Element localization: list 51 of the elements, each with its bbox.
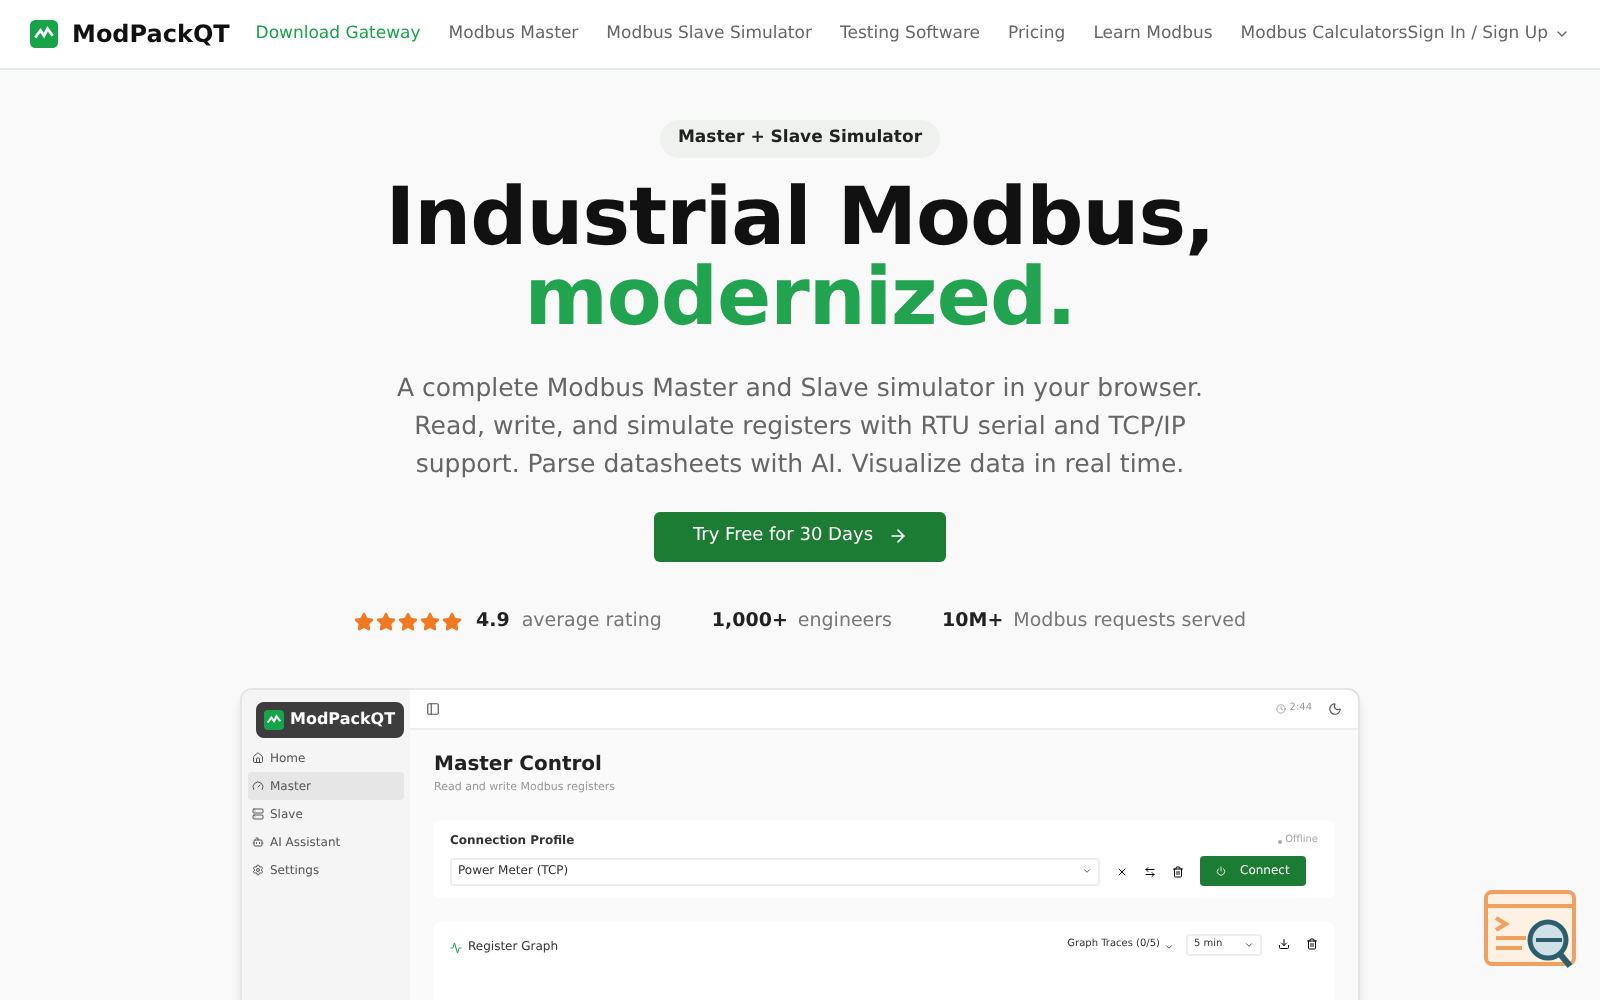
logo-icon	[264, 710, 284, 730]
requests-label: Modbus requests served	[1013, 607, 1246, 636]
engineers-label: engineers	[797, 607, 893, 636]
power-icon	[1216, 866, 1226, 877]
bot-icon	[252, 836, 264, 848]
rating-label: average rating	[521, 607, 662, 636]
nav-link[interactable]: Modbus Master	[448, 21, 579, 47]
star-icon	[441, 611, 462, 632]
server-icon	[252, 808, 264, 820]
download-icon[interactable]	[1278, 938, 1290, 951]
trash-icon[interactable]	[1306, 938, 1318, 951]
inspect-window-icon[interactable]	[1482, 888, 1582, 972]
rating-value: 4.9	[475, 607, 510, 636]
nav-link[interactable]: Testing Software	[839, 21, 981, 47]
house-icon	[252, 752, 264, 764]
trash-icon[interactable]	[1172, 865, 1184, 878]
hero-description: A complete Modbus Master and Slave simulator in your browser. Read, write, and simulate registers with RTU serial and TCP/IP support. Parse datasheets with AI. Visualize data in real time.	[394, 369, 1206, 482]
nav-link[interactable]: Learn Modbus	[1093, 21, 1213, 47]
nav-link[interactable]: Modbus Slave Simulator	[606, 21, 812, 47]
nav-link[interactable]: Download Gateway	[255, 21, 421, 47]
chevron-down-icon	[1164, 941, 1174, 951]
star-icon	[397, 611, 418, 632]
star-icon	[419, 611, 440, 632]
brand-name: ModPackQT	[72, 18, 230, 52]
sign-in-menu[interactable]: Sign In / Sign Up	[1407, 21, 1570, 47]
close-icon[interactable]	[1116, 865, 1128, 878]
app-brand-name: ModPackQT	[290, 708, 396, 732]
chevron-down-icon	[1554, 26, 1570, 42]
pulse-icon	[450, 941, 462, 954]
gear-icon	[252, 864, 264, 876]
clock-icon	[1275, 704, 1286, 714]
engineers-value: 1,000+	[711, 607, 788, 636]
cta-button[interactable]: Try Free for 30 Days	[654, 511, 946, 562]
hero-title-accent: modernized.	[524, 257, 1076, 338]
status-dot-icon	[1277, 839, 1282, 844]
hero-title: Industrial Modbus,	[385, 177, 1215, 258]
moon-icon[interactable]	[1328, 702, 1342, 716]
chevron-down-icon	[1244, 940, 1254, 951]
star-icon	[353, 611, 374, 632]
nav-link[interactable]: Modbus Calculators	[1240, 21, 1408, 47]
sidebar-toggle-icon[interactable]	[426, 702, 440, 716]
arrow-right-icon	[887, 526, 908, 547]
swap-icon[interactable]	[1144, 865, 1156, 878]
page-title: Master Control	[434, 752, 604, 780]
logo-icon	[30, 20, 58, 48]
chevron-down-icon	[1082, 866, 1092, 877]
star-icon	[375, 611, 396, 632]
nav-link[interactable]: Pricing	[1008, 21, 1066, 47]
hero-badge: Master + Slave Simulator	[659, 120, 941, 158]
requests-value: 10M+	[942, 607, 1004, 636]
gauge-icon	[252, 780, 264, 792]
